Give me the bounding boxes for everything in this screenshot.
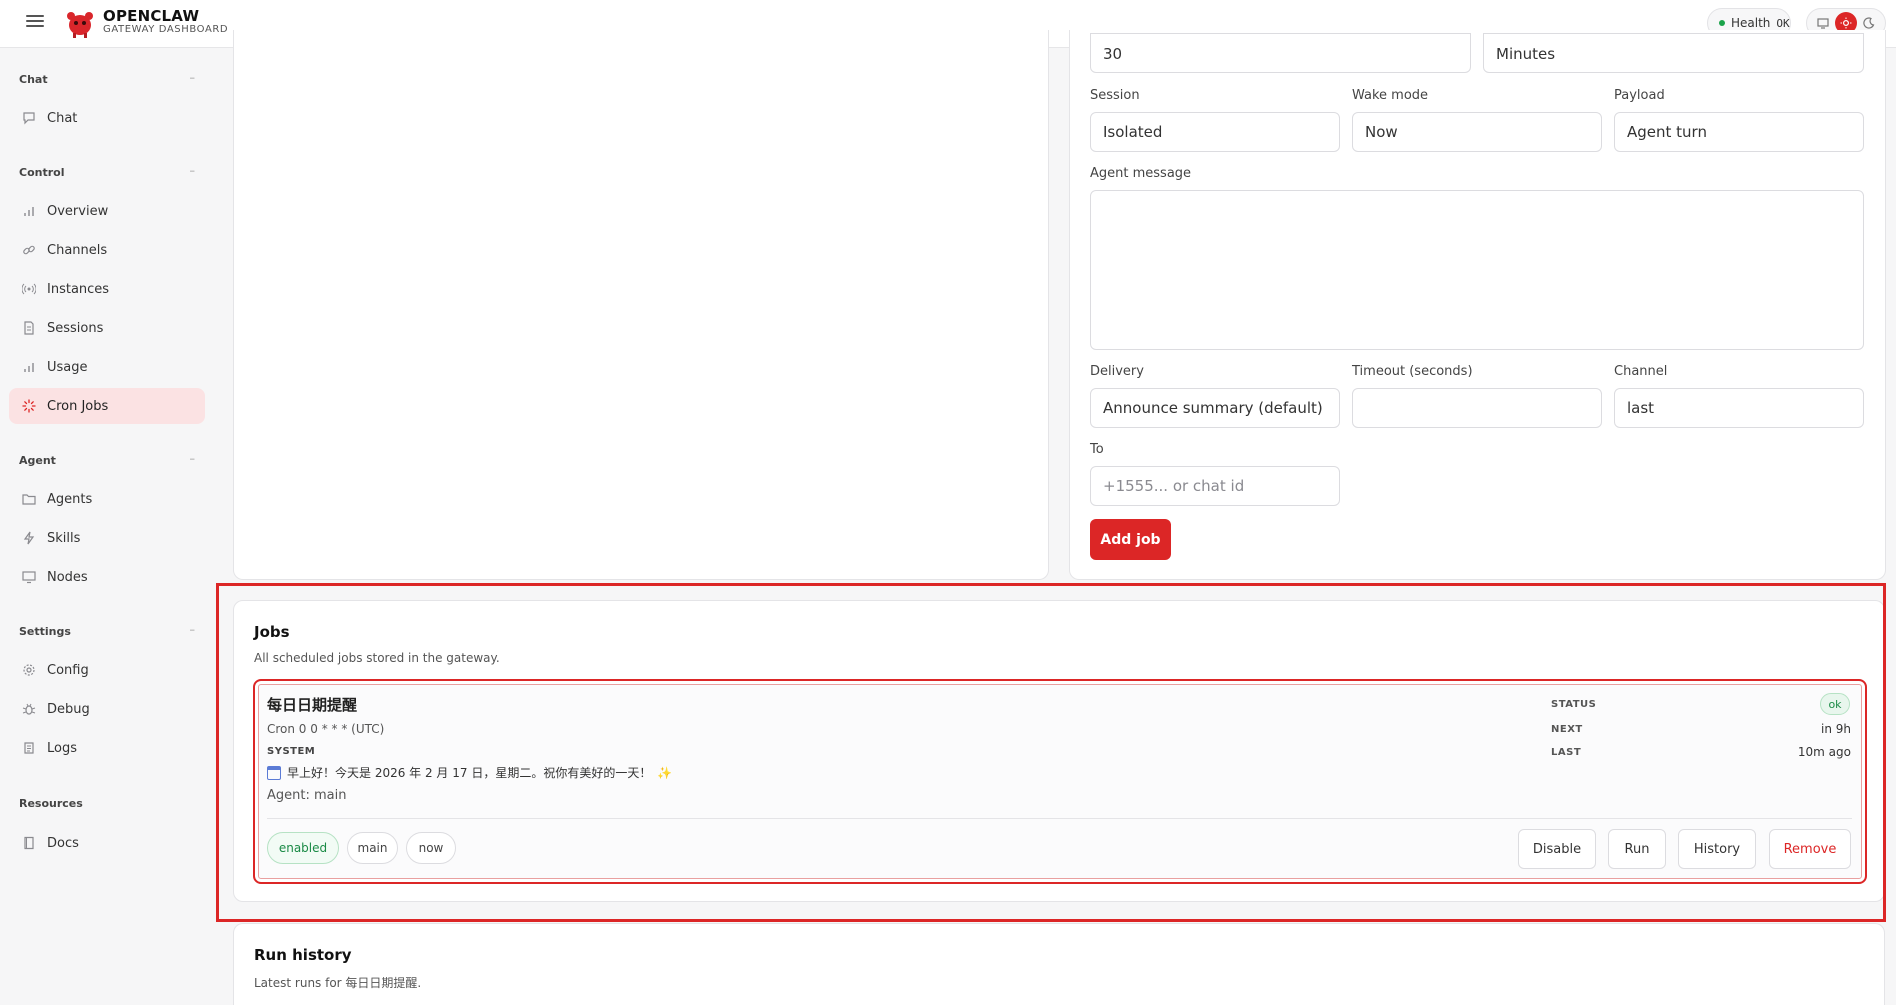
job-divider: [267, 818, 1852, 819]
logo: [67, 12, 93, 38]
next-label: NEXT: [1551, 724, 1583, 735]
job-kind: SYSTEM: [267, 746, 316, 757]
bug-icon: [21, 701, 37, 717]
session-select[interactable]: Isolated: [1090, 112, 1340, 152]
brand-subtitle: GATEWAY DASHBOARD: [103, 24, 229, 35]
gear-icon: [21, 662, 37, 678]
sidebar-item-sessions[interactable]: Sessions: [9, 310, 205, 346]
sidebar: Chat – Chat Control – Overview Channels In…: [0, 48, 218, 1005]
bar-chart-icon: [21, 203, 37, 219]
jobs-subtitle: All scheduled jobs stored in the gateway…: [254, 651, 500, 665]
to-input[interactable]: +1555... or chat id: [1090, 466, 1340, 506]
job-name: 每日日期提醒: [267, 696, 358, 714]
job-message-text: 早上好！今天是 2026 年 2 月 17 日，星期二。祝你有美好的一天！: [287, 766, 652, 780]
last-label: LAST: [1551, 747, 1582, 758]
sidebar-item-instances[interactable]: Instances: [9, 271, 205, 307]
wake-mode-label: Wake mode: [1352, 88, 1429, 103]
sidebar-item-config[interactable]: Config: [9, 652, 205, 688]
sidebar-item-debug[interactable]: Debug: [9, 691, 205, 727]
agent-message-label: Agent message: [1090, 166, 1192, 181]
sidebar-item-usage[interactable]: Usage: [9, 349, 205, 385]
sidebar-section-chat[interactable]: Chat –: [19, 71, 195, 86]
wake-mode-select[interactable]: Now: [1352, 112, 1602, 152]
agent-message-textarea[interactable]: [1090, 190, 1864, 350]
delivery-select[interactable]: Announce summary (default): [1090, 388, 1340, 428]
run-history-card: [233, 923, 1885, 1005]
sidebar-item-skills[interactable]: Skills: [9, 520, 205, 556]
sidebar-section-resources: Resources: [19, 797, 83, 810]
delivery-label: Delivery: [1090, 364, 1144, 379]
menu-icon[interactable]: [26, 13, 44, 29]
run-history-subtitle: Latest runs for 每日日期提醒.: [254, 976, 422, 990]
disable-button[interactable]: Disable: [1518, 829, 1596, 869]
lightning-icon: [21, 530, 37, 546]
run-history-title: Run history: [254, 946, 352, 964]
brand-title: OPENCLAW: [103, 7, 200, 25]
timeout-input[interactable]: [1352, 388, 1602, 428]
history-button[interactable]: History: [1678, 829, 1756, 869]
chat-bubble-icon: [21, 110, 37, 126]
timeout-label: Timeout (seconds): [1352, 364, 1473, 379]
to-label: To: [1090, 442, 1104, 457]
status-badge: ok: [1820, 693, 1850, 715]
sidebar-item-overview[interactable]: Overview: [9, 193, 205, 229]
radio-icon: [21, 281, 37, 297]
sidebar-item-cron-jobs[interactable]: Cron Jobs: [9, 388, 205, 424]
payload-label: Payload: [1614, 88, 1665, 103]
sidebar-item-chat[interactable]: Chat: [9, 100, 205, 136]
session-label: Session: [1090, 88, 1140, 103]
payload-select[interactable]: Agent turn: [1614, 112, 1864, 152]
channel-input[interactable]: last: [1614, 388, 1864, 428]
left-panel: [233, 30, 1049, 580]
job-agent: Agent: main: [267, 788, 347, 803]
health-value: OK: [1776, 16, 1790, 30]
folder-icon: [21, 491, 37, 507]
chip-enabled: enabled: [267, 832, 339, 864]
document-icon: [21, 320, 37, 336]
sidebar-section-settings[interactable]: Settings –: [19, 623, 195, 638]
sidebar-item-docs[interactable]: Docs: [9, 825, 205, 861]
sidebar-item-logs[interactable]: Logs: [9, 730, 205, 766]
jobs-title: Jobs: [254, 623, 290, 641]
next-value: in 9h: [1821, 722, 1851, 736]
loader-icon: [21, 398, 37, 414]
status-label: STATUS: [1551, 699, 1597, 710]
channel-label: Channel: [1614, 364, 1668, 379]
chip-wake: now: [406, 832, 456, 864]
monitor-icon: [21, 569, 37, 585]
sidebar-section-agent[interactable]: Agent –: [19, 452, 195, 467]
job-schedule: Cron 0 0 * * * (UTC): [267, 722, 385, 736]
status-dot-icon: [1719, 20, 1725, 26]
sidebar-item-nodes[interactable]: Nodes: [9, 559, 205, 595]
link-icon: [21, 242, 37, 258]
add-job-button[interactable]: Add job: [1090, 519, 1171, 560]
sidebar-section-control[interactable]: Control –: [19, 164, 195, 179]
job-message: 早上好！今天是 2026 年 2 月 17 日，星期二。祝你有美好的一天！ ✨: [267, 764, 672, 781]
run-button[interactable]: Run: [1608, 829, 1666, 869]
unit-select[interactable]: Minutes: [1483, 33, 1864, 73]
every-input[interactable]: 30: [1090, 33, 1471, 73]
calendar-icon: [267, 765, 281, 780]
sidebar-item-channels[interactable]: Channels: [9, 232, 205, 268]
chip-agent: main: [347, 832, 398, 864]
remove-button[interactable]: Remove: [1769, 829, 1851, 869]
book-icon: [21, 835, 37, 851]
last-value: 10m ago: [1797, 745, 1851, 759]
bar-chart-icon: [21, 359, 37, 375]
sidebar-item-agents[interactable]: Agents: [9, 481, 205, 517]
health-label: Health: [1731, 16, 1771, 30]
scroll-icon: [21, 740, 37, 756]
sparkles-icon: ✨: [657, 765, 673, 780]
